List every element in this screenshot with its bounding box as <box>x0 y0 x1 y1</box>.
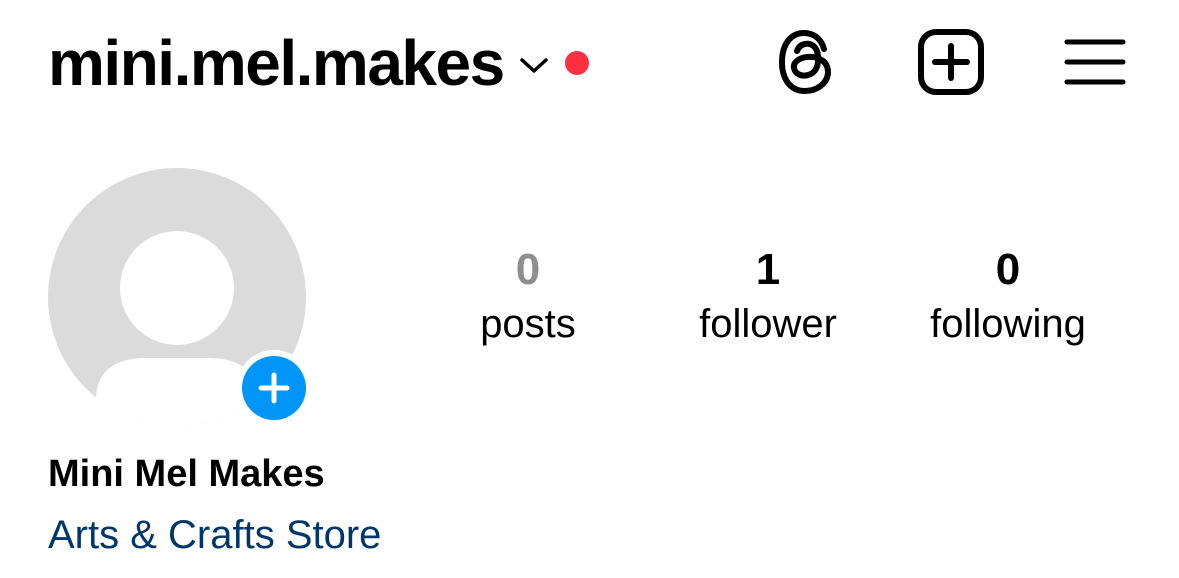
category-label[interactable]: Arts & Crafts Store <box>48 509 381 561</box>
followers-label: follower <box>699 302 837 346</box>
account-switcher[interactable]: mini.mel.makes <box>48 18 589 108</box>
posts-count: 0 <box>515 245 541 294</box>
following-stat[interactable]: 0 following <box>888 242 1128 350</box>
username: mini.mel.makes <box>48 27 505 99</box>
followers-stat[interactable]: 1 follower <box>648 242 888 350</box>
plus-icon <box>258 372 290 404</box>
threads-icon[interactable] <box>770 26 842 98</box>
following-label: following <box>930 302 1086 346</box>
hamburger-menu-icon[interactable] <box>1059 26 1131 98</box>
add-story-button[interactable] <box>236 350 312 426</box>
create-plus-icon[interactable] <box>915 26 987 98</box>
followers-count: 1 <box>755 245 781 294</box>
notification-dot <box>564 51 589 75</box>
chevron-down-icon <box>518 53 550 77</box>
top-bar: mini.mel.makes <box>0 0 1179 125</box>
following-count: 0 <box>995 245 1021 294</box>
posts-label: posts <box>480 302 576 346</box>
add-story-circle <box>242 356 306 420</box>
display-name: Mini Mel Makes <box>48 453 325 495</box>
posts-stat: 0 posts <box>408 242 648 350</box>
